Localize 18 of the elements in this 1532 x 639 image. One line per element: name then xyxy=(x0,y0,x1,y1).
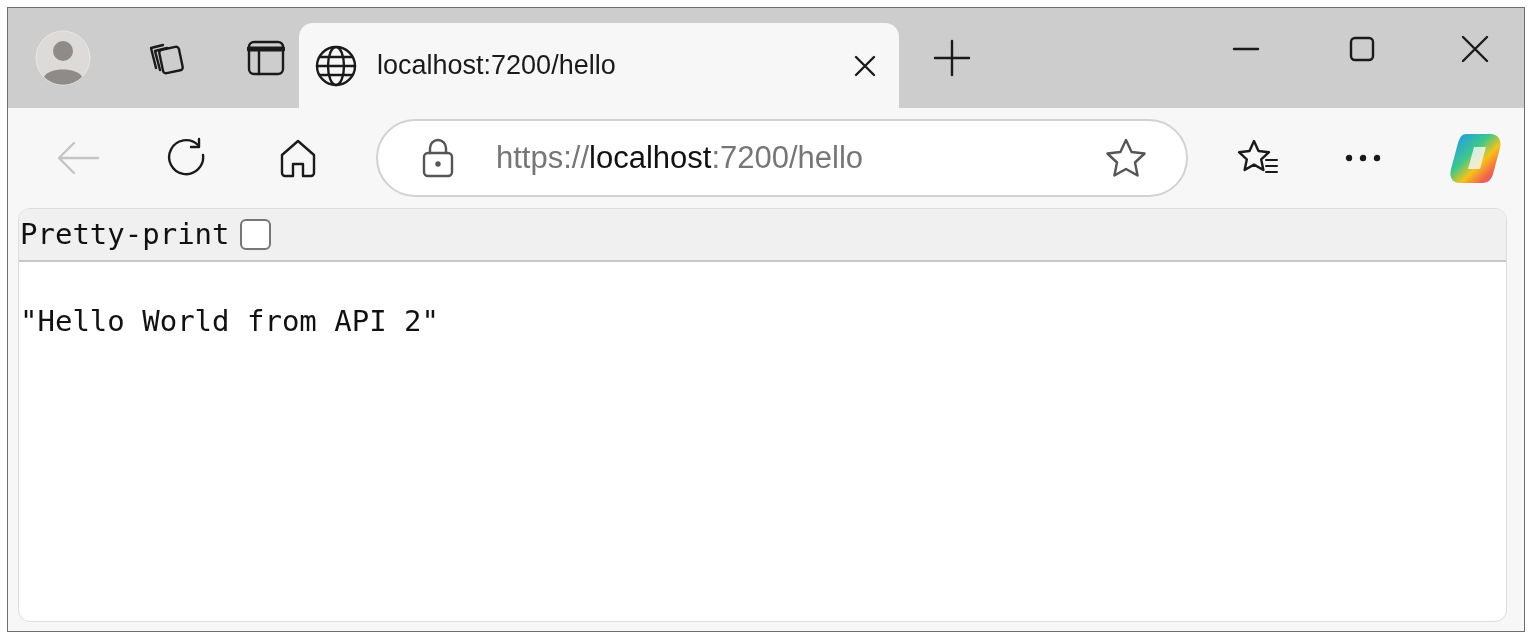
browser-tab[interactable]: localhost:7200/hello xyxy=(299,23,899,108)
close-tab-icon[interactable] xyxy=(853,53,877,78)
response-text: "Hello World from API 2" xyxy=(20,303,441,340)
lock-icon[interactable] xyxy=(422,138,454,178)
pretty-print-label: Pretty-print xyxy=(20,215,230,253)
close-window-icon[interactable] xyxy=(1460,34,1490,64)
tab-title: localhost:7200/hello xyxy=(377,49,617,83)
pretty-print-checkbox[interactable] xyxy=(239,219,271,250)
star-icon[interactable] xyxy=(1104,137,1148,179)
more-icon[interactable] xyxy=(1344,153,1382,163)
maximize-icon[interactable] xyxy=(1348,35,1376,63)
tab-actions-icon[interactable] xyxy=(247,39,285,77)
url-text: https://localhost:7200/hello xyxy=(496,138,865,177)
globe-icon[interactable] xyxy=(315,44,357,87)
home-icon[interactable] xyxy=(278,138,318,178)
address-bar[interactable]: https://localhost:7200/hello xyxy=(376,119,1188,197)
profile-avatar-icon[interactable] xyxy=(35,30,91,86)
new-tab-icon[interactable] xyxy=(933,39,971,77)
